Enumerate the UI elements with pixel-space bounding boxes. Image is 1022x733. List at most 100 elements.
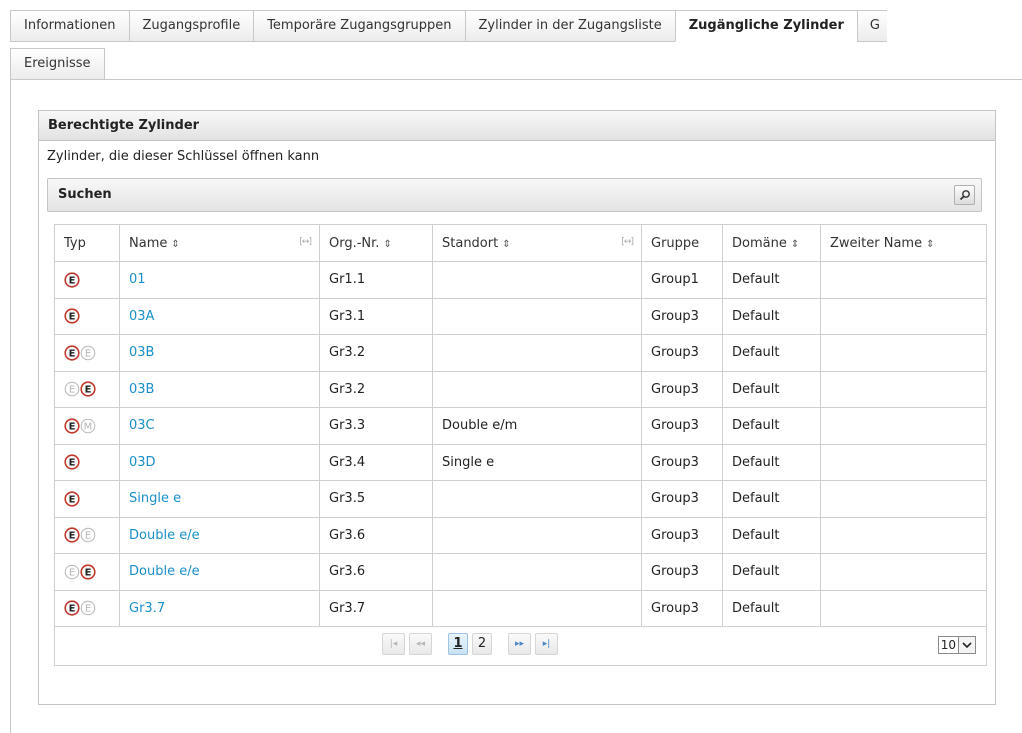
tab-g[interactable]: G [856,10,887,42]
column-header-typ: Typ [54,224,120,262]
cylinder-name-link[interactable]: Double e/e [129,528,200,543]
prev-page-button[interactable]: ◂◂ [409,633,432,655]
column-header-label: Standort [442,235,499,251]
cylinder-type-e-inactive-icon: E [80,600,96,616]
pagination: |◂ ◂◂ 1 2 ▸▸ ▸| [382,633,558,655]
tab-zugangsprofile[interactable]: Zugangsprofile [128,10,254,42]
rows-per-page-box[interactable]: 10 [937,636,976,654]
sort-icon[interactable]: ⇕ [502,239,510,250]
cylinder-name-link[interactable]: 03C [129,418,155,433]
search-button[interactable] [954,185,975,205]
column-header-standort[interactable]: Standort ⇕ [↔] [432,224,642,262]
search-bar[interactable]: Suchen [47,178,982,212]
cylinder-type-e-icon: E [64,272,80,288]
table-row: E E Double e/e Gr3.6 Group3 Default [54,553,987,591]
sort-icon[interactable]: ⇕ [383,239,391,250]
cylinder-type-e-icon: E [64,418,80,434]
cell-typ: E [54,443,120,481]
cell-typ: EE [54,589,120,627]
column-header-zweiter-name[interactable]: Zweiter Name ⇕ [820,224,987,262]
pager-row: |◂ ◂◂ 1 2 ▸▸ ▸| 10 [54,626,987,666]
sort-icon[interactable]: ⇕ [926,239,934,250]
cylinder-name-link[interactable]: Gr3.7 [129,601,165,616]
pager-gap [496,633,504,655]
cylinder-name-link[interactable]: 03D [129,455,156,470]
table-row: E E 03B Gr3.2 Group3 Default [54,334,987,372]
cell-domaene: Default [722,407,821,445]
cell-domaene: Default [722,297,821,335]
cell-typ: EE [54,516,120,554]
cylinder-type-e-inactive-icon: E [80,345,96,361]
svg-text:M: M [84,421,93,432]
cylinder-type-e-icon: E [64,345,80,361]
cell-name: Gr3.7 [119,589,320,627]
cell-gruppe: Group3 [641,334,723,372]
cell-zweiter-name [820,589,987,627]
chevron-down-icon[interactable] [958,637,975,653]
tab-bar-row-1: Informationen Zugangsprofile Temporäre Zug… [10,10,887,42]
cell-typ: E [54,480,120,518]
cell-zweiter-name [820,370,987,408]
column-header-org-nr[interactable]: Org.-Nr. ⇕ [319,224,433,262]
content-frame-border [10,80,11,733]
cell-domaene: Default [722,443,821,481]
cell-org-nr: Gr3.1 [319,297,433,335]
column-resize-icon[interactable]: [↔] [299,237,312,247]
cylinder-type-e-inactive-icon: E [80,527,96,543]
svg-text:E: E [69,275,76,286]
tab-informationen[interactable]: Informationen [10,10,129,42]
svg-text:E: E [69,312,76,323]
cell-name: 03B [119,334,320,372]
cell-gruppe: Group3 [641,553,723,591]
cell-domaene: Default [722,480,821,518]
cell-standort [432,589,642,627]
svg-text:E: E [85,385,92,396]
rows-per-page-select[interactable]: 10 [937,635,976,655]
table-row: E Single e Gr3.5 Group3 Default [54,480,987,518]
column-header-label: Domäne [732,235,787,251]
cylinder-type-e-icon: E [64,527,80,543]
cell-org-nr: Gr1.1 [319,261,433,299]
cell-org-nr: Gr3.5 [319,480,433,518]
panel-title: Berechtigte Zylinder [39,111,995,141]
table-row: E 03A Gr3.1 Group3 Default [54,297,987,335]
tab-temporäre-zugangsgruppen[interactable]: Temporäre Zugangsgruppen [253,10,465,42]
cell-gruppe: Group3 [641,480,723,518]
tab-ereignisse[interactable]: Ereignisse [10,48,105,80]
tab-zylinder-in-der-zugangsliste[interactable]: Zylinder in der Zugangsliste [464,10,675,42]
sort-icon[interactable]: ⇕ [171,239,179,250]
cylinder-name-link[interactable]: 03A [129,309,154,324]
page-2-button[interactable]: 2 [472,633,492,655]
column-header-gruppe: Gruppe [641,224,723,262]
tab-zugängliche-zylinder[interactable]: Zugängliche Zylinder [674,10,857,42]
page-1-button[interactable]: 1 [448,633,468,655]
cell-zweiter-name [820,407,987,445]
cell-typ: E [54,261,120,299]
cell-zweiter-name [820,480,987,518]
cell-standort [432,370,642,408]
cylinder-type-e-inactive-icon: E [64,381,80,397]
cylinder-type-e-icon: E [64,600,80,616]
cylinder-name-link[interactable]: 03B [129,345,154,360]
column-resize-icon[interactable]: [↔] [621,237,634,247]
svg-text:E: E [69,531,76,542]
cell-gruppe: Group3 [641,516,723,554]
first-page-button[interactable]: |◂ [382,633,405,655]
svg-text:E: E [85,567,92,578]
cell-standort [432,297,642,335]
last-page-button[interactable]: ▸| [535,633,558,655]
column-header-domaene[interactable]: Domäne ⇕ [722,224,821,262]
cell-typ: E [54,297,120,335]
cylinder-name-link[interactable]: 03B [129,382,154,397]
cylinder-name-link[interactable]: 01 [129,272,146,287]
cell-org-nr: Gr3.6 [319,516,433,554]
magnifier-icon [959,190,970,201]
next-page-button[interactable]: ▸▸ [508,633,531,655]
sort-icon[interactable]: ⇕ [791,239,799,250]
cylinder-name-link[interactable]: Single e [129,491,181,506]
cell-name: 01 [119,261,320,299]
column-header-name[interactable]: Name ⇕ [↔] [119,224,320,262]
table-header-row: Typ Name ⇕ [↔] Org.-Nr. ⇕ Standort ⇕ [↔] Gruppe Do… [54,224,987,262]
cylinder-name-link[interactable]: Double e/e [129,564,200,579]
cell-typ: EE [54,370,120,408]
